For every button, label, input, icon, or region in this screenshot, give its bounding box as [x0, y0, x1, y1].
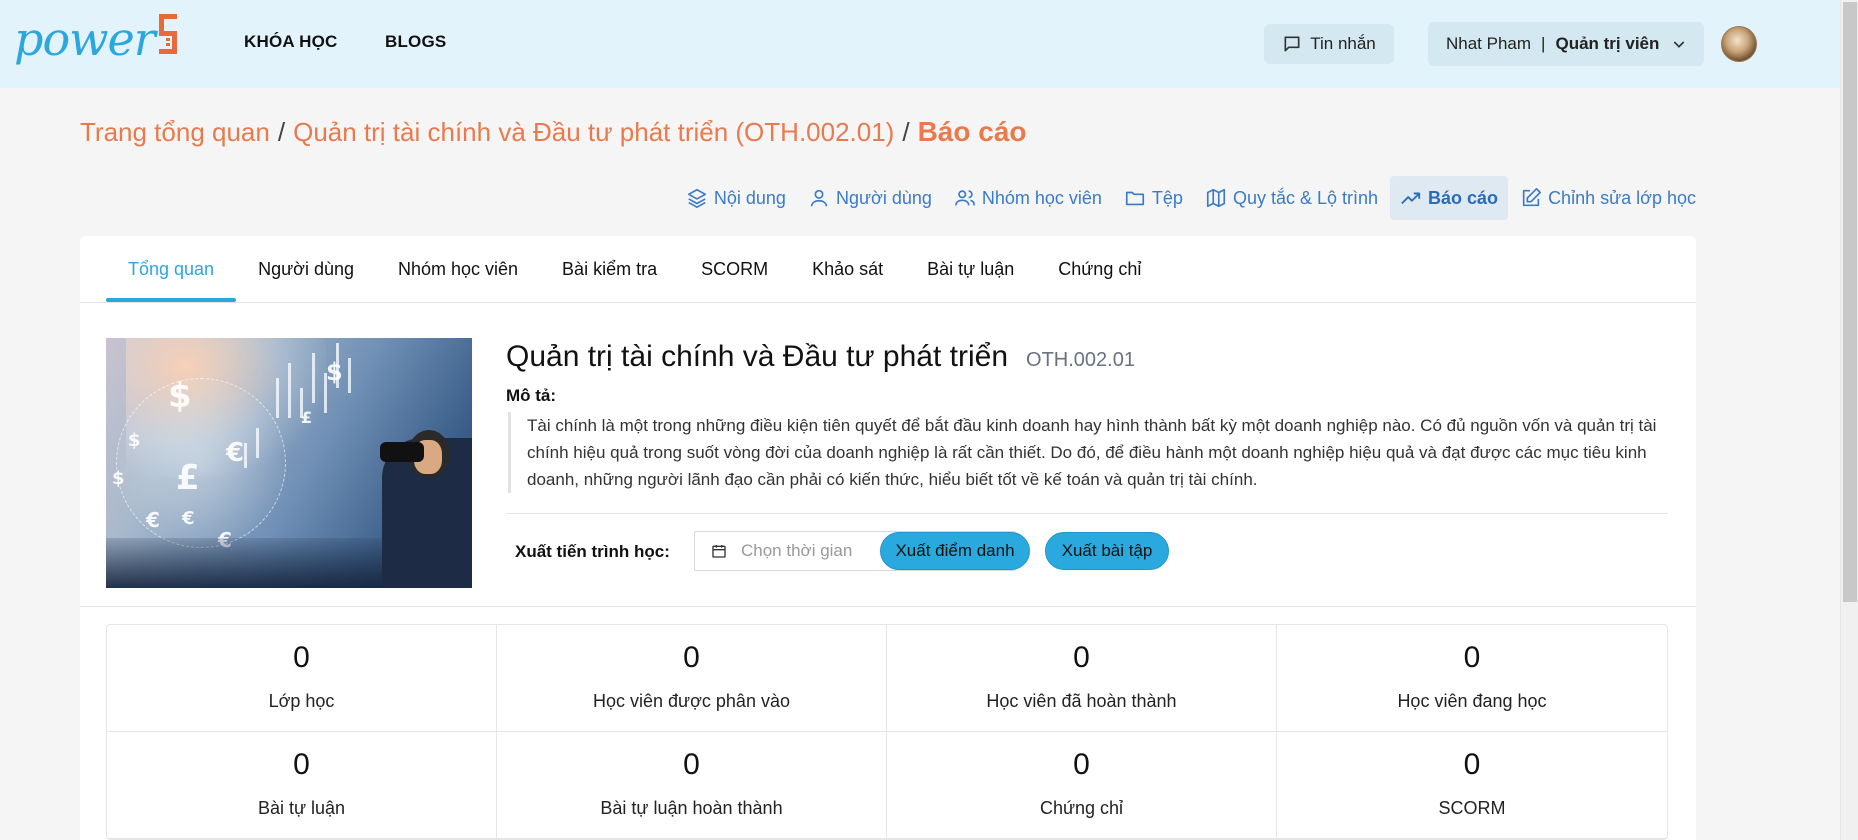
tab-scorm[interactable]: SCORM	[679, 236, 790, 302]
course-code: OTH.002.01	[1026, 349, 1135, 371]
course-nav-label: Chỉnh sửa lớp học	[1548, 187, 1696, 208]
stat-scorm: 0 SCORM	[1277, 732, 1667, 839]
breadcrumb-separator: /	[277, 117, 286, 147]
trending-up-icon	[1401, 192, 1421, 205]
top-header: power KHÓA HỌC BLOGS Tin nhắn Nhat Pham …	[0, 0, 1840, 88]
stat-value: 0	[1463, 748, 1481, 781]
stat-certificates: 0 Chứng chỉ	[887, 732, 1277, 839]
tab-groups[interactable]: Nhóm học viên	[376, 236, 540, 302]
logo[interactable]: power	[14, 14, 181, 64]
stat-essays: 0 Bài tự luận	[107, 732, 497, 839]
course-nav-content[interactable]: Nội dung	[676, 176, 796, 220]
export-attendance-button[interactable]: Xuất điểm danh	[880, 532, 1030, 570]
stat-value: 0	[293, 748, 310, 781]
stat-value: 0	[683, 748, 700, 781]
stat-classes: 0 Lớp học	[107, 625, 497, 732]
course-nav-files[interactable]: Tệp	[1114, 176, 1193, 220]
nav-blogs[interactable]: BLOGS	[385, 32, 446, 52]
stat-label: Học viên đang học	[1397, 691, 1547, 711]
user-icon	[810, 189, 828, 207]
stat-label: Chứng chỉ	[1039, 798, 1124, 818]
nav-khoa-hoc[interactable]: KHÓA HỌC	[244, 32, 338, 52]
avatar[interactable]	[1721, 26, 1757, 62]
layers-icon	[687, 188, 706, 208]
breadcrumb-course[interactable]: Quản trị tài chính và Đầu tư phát triển …	[293, 117, 894, 148]
tab-overview[interactable]: Tổng quan	[106, 236, 237, 302]
stat-label: Học viên được phân vào	[593, 691, 790, 711]
folder-icon	[1125, 191, 1144, 206]
stat-in-progress-learners: 0 Học viên đang học	[1277, 625, 1667, 732]
message-icon	[1284, 36, 1300, 52]
stat-label: Học viên đã hoàn thành	[986, 691, 1177, 711]
scrollbar-thumb[interactable]	[1843, 2, 1857, 602]
breadcrumb-separator: /	[902, 117, 910, 147]
course-image: $ € £ $ € € € $ £ $	[106, 338, 472, 588]
course-nav-rules[interactable]: Quy tắc & Lộ trình	[1195, 176, 1388, 220]
messages-button[interactable]: Tin nhắn	[1264, 24, 1394, 64]
breadcrumb-home[interactable]: Trang tổng quan	[80, 117, 270, 148]
user-separator: |	[1541, 34, 1546, 53]
stat-value: 0	[1073, 748, 1090, 781]
course-nav: Nội dung Người dùng Nhóm học viên Tệp Qu…	[676, 176, 1706, 220]
logo-mark-icon	[157, 14, 181, 58]
stat-value: 0	[683, 641, 700, 674]
report-tabs: Tổng quan Người dùng Nhóm học viên Bài k…	[106, 236, 1163, 302]
tab-tests[interactable]: Bài kiểm tra	[540, 236, 679, 302]
course-title: Quản trị tài chính và Đầu tư phát triển …	[506, 340, 1135, 374]
edit-icon	[1522, 188, 1542, 207]
course-nav-users[interactable]: Người dùng	[798, 176, 942, 220]
course-description: Tài chính là một trong những điều kiện t…	[508, 412, 1668, 493]
user-name: Nhat Pham	[1446, 34, 1532, 53]
chevron-down-icon	[1674, 41, 1685, 48]
course-nav-label: Người dùng	[835, 187, 932, 208]
export-progress-label: Xuất tiến trình học:	[515, 542, 670, 561]
report-card: Tổng quan Người dùng Nhóm học viên Bài k…	[80, 236, 1696, 840]
course-nav-label: Quy tắc & Lộ trình	[1232, 187, 1379, 208]
stat-completed-essays: 0 Bài tự luận hoàn thành	[497, 732, 887, 839]
course-nav-edit[interactable]: Chỉnh sửa lớp học	[1510, 176, 1706, 220]
tab-certificates[interactable]: Chứng chỉ	[1036, 236, 1163, 302]
stat-label: SCORM	[1438, 798, 1506, 818]
stat-completed-learners: 0 Học viên đã hoàn thành	[887, 625, 1277, 732]
stat-assigned-learners: 0 Học viên được phân vào	[497, 625, 887, 732]
section-divider	[80, 606, 1696, 607]
tab-surveys[interactable]: Khảo sát	[790, 236, 905, 302]
description-label: Mô tả:	[506, 386, 557, 405]
divider	[506, 513, 1668, 514]
stat-label: Bài tự luận hoàn thành	[600, 798, 783, 818]
course-name: Quản trị tài chính và Đầu tư phát triển	[506, 340, 1009, 373]
logo-text: power	[14, 12, 156, 66]
stats-grid: 0 Lớp học 0 Học viên được phân vào 0 Học…	[106, 624, 1668, 840]
map-icon	[1206, 188, 1226, 208]
course-nav-label: Tệp	[1151, 187, 1183, 208]
tab-essays[interactable]: Bài tự luận	[905, 236, 1036, 302]
stat-value: 0	[1073, 641, 1090, 674]
course-nav-label: Nhóm học viên	[981, 187, 1102, 208]
course-nav-label: Báo cáo	[1428, 187, 1499, 208]
stat-label: Lớp học	[268, 691, 335, 711]
course-nav-label: Nội dung	[713, 187, 786, 208]
messages-label: Tin nhắn	[1310, 34, 1376, 53]
export-assignment-button[interactable]: Xuất bài tập	[1045, 532, 1169, 570]
tab-users[interactable]: Người dùng	[236, 236, 376, 302]
breadcrumb: Trang tổng quan / Quản trị tài chính và …	[80, 116, 1027, 148]
stat-value: 0	[293, 641, 310, 674]
course-nav-groups[interactable]: Nhóm học viên	[944, 176, 1112, 220]
breadcrumb-current: Báo cáo	[917, 116, 1027, 147]
stat-label: Bài tự luận	[257, 798, 346, 818]
calendar-icon	[712, 545, 726, 558]
tabs-divider	[80, 302, 1696, 303]
user-menu-button[interactable]: Nhat Pham | Quản trị viên	[1428, 22, 1704, 66]
course-nav-reports[interactable]: Báo cáo	[1390, 176, 1509, 220]
stat-value: 0	[1463, 641, 1481, 674]
users-icon	[954, 190, 975, 206]
user-role: Quản trị viên	[1555, 34, 1660, 53]
page-scrollbar[interactable]	[1840, 0, 1858, 840]
